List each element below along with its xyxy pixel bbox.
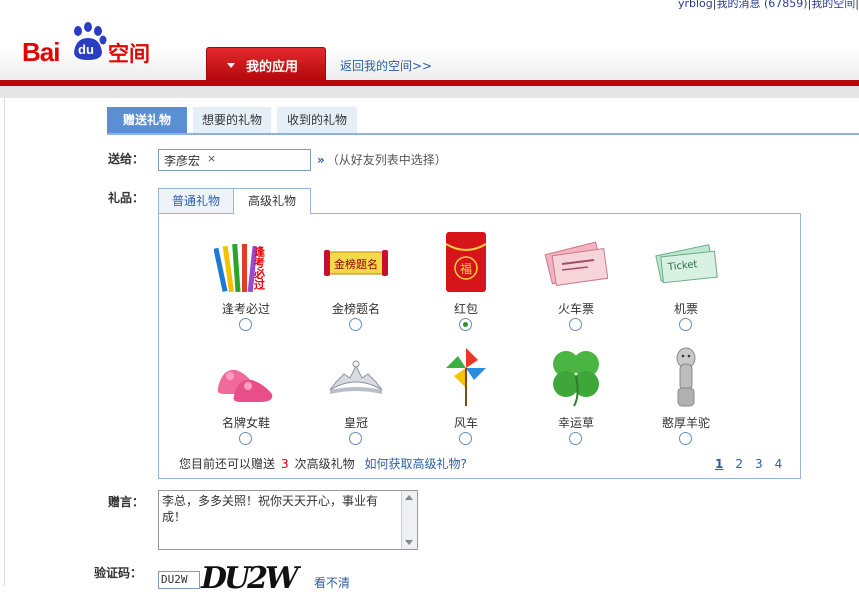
gift-radio[interactable] xyxy=(679,318,692,331)
gift-name: 火车票 xyxy=(557,302,594,316)
gift-item[interactable]: 名牌女鞋 xyxy=(189,344,299,454)
my-apps-label: 我的应用 xyxy=(246,60,299,75)
gift-radio[interactable] xyxy=(239,318,252,331)
pencils-icon: 逢考必过 xyxy=(213,230,278,294)
gift-name: 机票 xyxy=(673,302,698,316)
gift-tabs: 赠送礼物 想要的礼物 收到的礼物 xyxy=(107,107,859,135)
gift-item[interactable]: 福 红包 xyxy=(409,230,519,340)
header-shadow-band xyxy=(0,86,859,98)
scroll-icon: 金榜题名 xyxy=(324,230,388,294)
page-2[interactable]: 2 xyxy=(735,457,743,471)
scroll-down-icon[interactable] xyxy=(405,540,413,545)
logo-bai-text: Bai xyxy=(22,37,60,67)
gift-item[interactable]: 憨厚羊驼 xyxy=(629,344,739,454)
messages-link[interactable]: 我的消息 (67859) xyxy=(716,0,807,10)
page-1[interactable]: 1 xyxy=(715,457,723,471)
gift-name: 憨厚羊驼 xyxy=(661,416,710,430)
tab-send-gift[interactable]: 赠送礼物 xyxy=(107,107,187,133)
gift-item[interactable]: 风车 xyxy=(409,344,519,454)
gift-radio[interactable] xyxy=(349,318,362,331)
dropdown-arrow-icon xyxy=(227,63,235,68)
gift-name: 风车 xyxy=(453,416,478,430)
shoes-icon xyxy=(214,344,278,408)
captcha-image: DU2W xyxy=(201,561,299,596)
remove-recipient-icon[interactable]: × xyxy=(207,152,216,165)
baidu-space-logo[interactable]: Bai du 空间 xyxy=(22,22,162,72)
header: yrblog|我的消息 (67859)|我的空间| Bai du 空间 我的应用… xyxy=(0,0,859,86)
tab-received-gifts[interactable]: 收到的礼物 xyxy=(277,107,357,133)
choose-from-friends-label: （从好友列表中选择） xyxy=(326,153,447,167)
gift-name: 金榜题名 xyxy=(331,302,380,316)
to-label: 送给： xyxy=(108,152,145,166)
pagination: 1234 xyxy=(715,457,794,471)
page-3[interactable]: 3 xyxy=(755,457,763,471)
page-4[interactable]: 4 xyxy=(775,457,783,471)
logo-space-text: 空间 xyxy=(108,42,150,66)
my-space-link[interactable]: 我的空间 xyxy=(811,0,855,10)
gift-name: 红包 xyxy=(453,302,478,316)
scroll-text: 金榜题名 xyxy=(334,257,378,271)
how-to-get-premium-link[interactable]: 如何获取高级礼物? xyxy=(365,457,467,471)
gift-grid-panel: 逢考必过 逢考必过 金榜题名 金榜题名 福 红包 火车票 Ticket 机票 名… xyxy=(158,213,801,479)
message-textarea[interactable]: 李总，多多关照！祝你天天开心，事业有成！ xyxy=(158,490,418,550)
clover-icon xyxy=(544,344,608,408)
double-chevron-down-icon: » xyxy=(317,153,325,167)
captcha-label: 验证码： xyxy=(94,566,143,580)
logo-du-text: du xyxy=(78,42,94,57)
captcha-input[interactable]: DU2W xyxy=(158,571,200,589)
envelope-fu-text: 福 xyxy=(460,261,472,276)
message-text: 李总，多多关照！祝你天天开心，事业有成！ xyxy=(162,494,379,524)
gift-name: 皇冠 xyxy=(343,416,368,430)
recipient-field[interactable]: 李彦宏 × xyxy=(158,149,311,171)
refresh-captcha-link[interactable]: 看不清 xyxy=(314,574,350,591)
message-label: 赠言： xyxy=(108,495,145,509)
plane-ticket-icon: Ticket xyxy=(654,230,718,294)
gift-name: 名牌女鞋 xyxy=(221,416,270,430)
alpaca-icon xyxy=(654,344,718,408)
gift-radio-selected[interactable] xyxy=(459,318,472,331)
train-ticket-icon xyxy=(544,230,609,294)
tab-premium-gifts[interactable]: 高级礼物 xyxy=(233,188,311,214)
gift-name: 逢考必过 xyxy=(221,302,270,316)
top-nav: yrblog|我的消息 (67859)|我的空间| xyxy=(678,0,859,11)
red-envelope-icon: 福 xyxy=(434,230,498,294)
exam-pencils-text: 逢考必过 xyxy=(253,245,267,291)
gift-radio[interactable] xyxy=(569,432,582,445)
gift-item[interactable]: 逢考必过 逢考必过 xyxy=(189,230,299,340)
quota-prefix: 您目前还可以赠送 xyxy=(179,457,276,471)
back-to-space-link[interactable]: 返回我的空间>> xyxy=(340,57,432,74)
gift-item[interactable]: 金榜题名 金榜题名 xyxy=(299,230,409,340)
gift-radio[interactable] xyxy=(239,432,252,445)
username-link[interactable]: yrblog xyxy=(678,0,713,10)
recipient-chip: 李彦宏 xyxy=(164,154,201,168)
gift-main-panel: 赠送礼物 想要的礼物 收到的礼物 送给： 李彦宏 × » （从好友列表中选择） 礼… xyxy=(4,98,859,596)
gift-label: 礼品： xyxy=(108,191,145,205)
premium-quota: 您目前还可以赠送 3 次高级礼物 如何获取高级礼物? xyxy=(179,455,467,472)
crown-icon xyxy=(324,344,388,408)
gift-item[interactable]: 幸运草 xyxy=(519,344,629,454)
scroll-up-icon[interactable] xyxy=(405,495,413,500)
tab-wanted-gifts[interactable]: 想要的礼物 xyxy=(193,107,271,133)
gift-item[interactable]: Ticket 机票 xyxy=(629,230,739,340)
pinwheel-icon xyxy=(434,344,498,408)
gift-name: 幸运草 xyxy=(557,416,594,430)
tab-normal-gifts[interactable]: 普通礼物 xyxy=(158,188,234,213)
quota-suffix: 次高级礼物 xyxy=(294,457,355,471)
choose-from-friends[interactable]: » （从好友列表中选择） xyxy=(317,151,447,168)
quota-count: 3 xyxy=(281,457,289,471)
gift-item[interactable]: 火车票 xyxy=(519,230,629,340)
gift-radio[interactable] xyxy=(459,432,472,445)
gift-radio[interactable] xyxy=(349,432,362,445)
message-scrollbar[interactable] xyxy=(401,491,417,549)
gift-radio[interactable] xyxy=(679,432,692,445)
my-apps-tab[interactable]: 我的应用 xyxy=(206,47,326,81)
gift-item[interactable]: 皇冠 xyxy=(299,344,409,454)
gift-radio[interactable] xyxy=(569,318,582,331)
